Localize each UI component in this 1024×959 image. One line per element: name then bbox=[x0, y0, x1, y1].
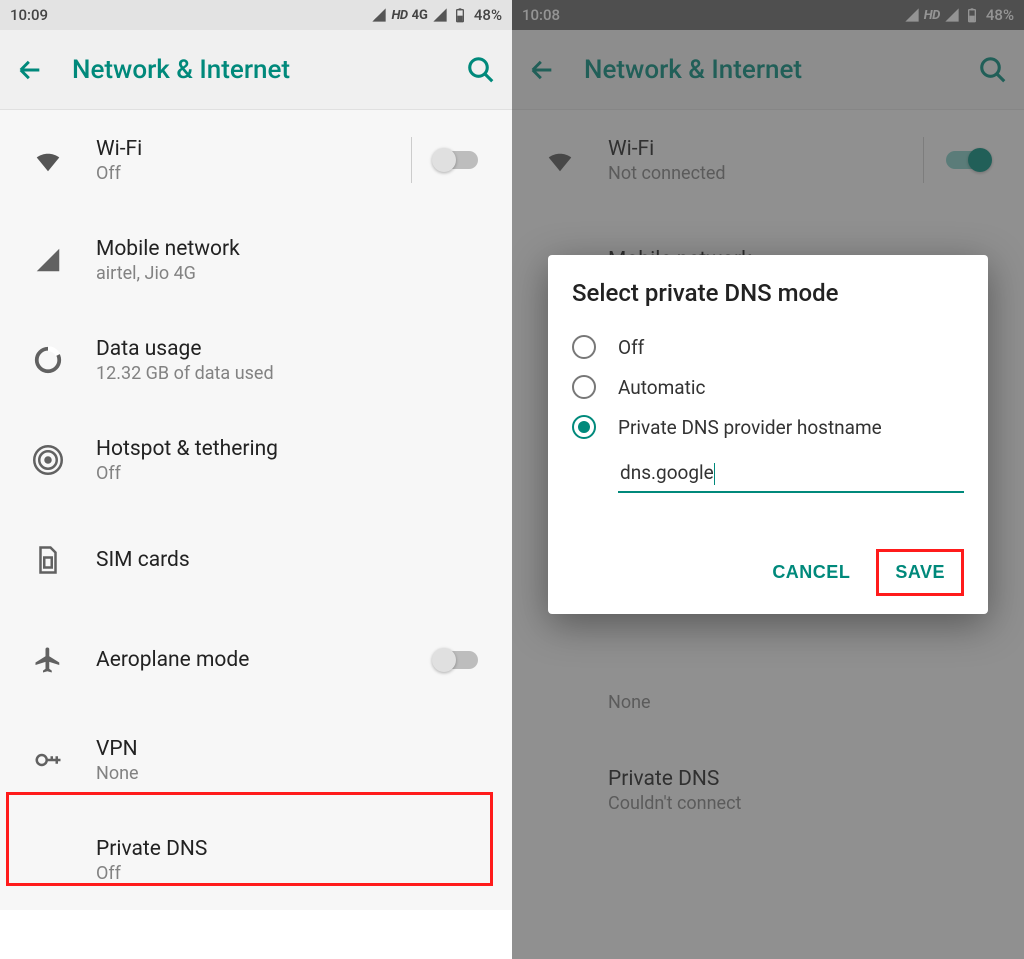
battery-percent: 48% bbox=[474, 6, 502, 24]
battery-icon bbox=[452, 7, 468, 23]
dns-hostname-value: dns.google bbox=[620, 461, 714, 484]
save-button[interactable]: SAVE bbox=[876, 549, 964, 596]
status-bar: 10:09 HD 4G 48% bbox=[0, 0, 512, 30]
radio-hostname[interactable]: Private DNS provider hostname bbox=[572, 415, 964, 439]
vpn-title: VPN bbox=[96, 737, 496, 761]
radio-host-label: Private DNS provider hostname bbox=[618, 416, 882, 439]
wifi-sub: Off bbox=[96, 163, 411, 184]
hotspot-icon bbox=[33, 445, 63, 475]
item-hotspot[interactable]: Hotspot & tethering Off bbox=[0, 410, 512, 510]
item-vpn[interactable]: VPN None bbox=[0, 710, 512, 810]
wifi-icon bbox=[33, 145, 63, 175]
plane-title: Aeroplane mode bbox=[96, 648, 434, 672]
hotspot-sub: Off bbox=[96, 463, 496, 484]
mobile-title: Mobile network bbox=[96, 237, 496, 261]
back-icon[interactable] bbox=[16, 56, 44, 84]
vpn-sub: None bbox=[96, 763, 496, 784]
private-dns-dialog: Select private DNS mode Off Automatic Pr… bbox=[548, 255, 988, 614]
vpn-key-icon bbox=[33, 745, 63, 775]
data-sub: 12.32 GB of data used bbox=[96, 363, 496, 384]
mobile-sub: airtel, Jio 4G bbox=[96, 263, 496, 284]
item-private-dns[interactable]: Private DNS Off bbox=[0, 810, 512, 910]
item-mobile-network[interactable]: Mobile network airtel, Jio 4G bbox=[0, 210, 512, 310]
item-aeroplane-mode[interactable]: Aeroplane mode bbox=[0, 610, 512, 710]
phone-right: 10:08 HD 48% Network & Internet Wi-Fi No… bbox=[512, 0, 1024, 959]
signal-icon bbox=[371, 7, 387, 23]
hotspot-title: Hotspot & tethering bbox=[96, 437, 496, 461]
status-icons: HD 4G 48% bbox=[371, 6, 502, 24]
network-type: 4G bbox=[412, 8, 428, 23]
radio-off[interactable]: Off bbox=[572, 335, 964, 359]
item-wifi[interactable]: Wi-Fi Off bbox=[0, 110, 512, 210]
signal-icon bbox=[33, 245, 63, 275]
sim-icon bbox=[33, 545, 63, 575]
dialog-title: Select private DNS mode bbox=[572, 279, 964, 307]
dns-hostname-input[interactable]: dns.google bbox=[618, 455, 964, 493]
cancel-button[interactable]: CANCEL bbox=[756, 549, 866, 596]
radio-automatic[interactable]: Automatic bbox=[572, 375, 964, 399]
settings-list: Wi-Fi Off Mobile network airtel, Jio 4G … bbox=[0, 110, 512, 910]
hd-indicator: HD bbox=[391, 8, 407, 23]
data-title: Data usage bbox=[96, 337, 496, 361]
wifi-title: Wi-Fi bbox=[96, 137, 411, 161]
sim-title: SIM cards bbox=[96, 548, 496, 572]
search-icon[interactable] bbox=[466, 55, 496, 85]
item-data-usage[interactable]: Data usage 12.32 GB of data used bbox=[0, 310, 512, 410]
radio-icon bbox=[572, 415, 596, 439]
radio-icon bbox=[572, 375, 596, 399]
app-bar: Network & Internet bbox=[0, 30, 512, 110]
pdns-title: Private DNS bbox=[96, 837, 496, 861]
radio-off-label: Off bbox=[618, 336, 644, 359]
pdns-sub: Off bbox=[96, 863, 496, 884]
wifi-toggle[interactable] bbox=[434, 151, 478, 169]
airplane-icon bbox=[33, 645, 63, 675]
phone-left: 10:09 HD 4G 48% Network & Internet Wi-Fi… bbox=[0, 0, 512, 959]
signal-icon bbox=[432, 7, 448, 23]
radio-auto-label: Automatic bbox=[618, 376, 705, 399]
aeroplane-toggle[interactable] bbox=[434, 651, 478, 669]
status-time: 10:09 bbox=[10, 6, 48, 24]
radio-icon bbox=[572, 335, 596, 359]
item-sim-cards[interactable]: SIM cards bbox=[0, 510, 512, 610]
data-usage-icon bbox=[33, 345, 63, 375]
page-title: Network & Internet bbox=[72, 55, 466, 85]
